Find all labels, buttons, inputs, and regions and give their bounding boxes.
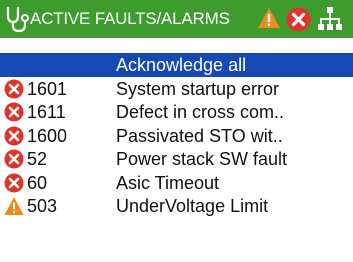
stethoscope-icon [6,6,29,33]
error-icon [4,173,24,192]
error-icon [4,79,24,98]
fault-code: 1611 [27,102,66,122]
list-item[interactable]: 52 Power stack SW fault [0,147,353,171]
header-separator [0,38,353,53]
acknowledge-all-item[interactable]: Acknowledge all [0,53,353,77]
fault-code: 1600 [27,125,68,146]
fault-code: 1601 [27,78,68,99]
network-icon [318,7,342,30]
list-item[interactable]: 60 Asic Timeout [0,171,353,195]
header-bar: ACTIVE FAULTS/ALARMS [0,0,353,38]
fault-code: 60 [27,172,48,193]
faults-list: Acknowledge all 1601 System startup erro… [0,53,353,218]
fault-description: Asic Timeout [116,172,220,193]
list-item[interactable]: 1611 Defect in cross com.. [0,100,353,124]
fault-description: Defect in cross com.. [116,102,285,122]
page-title: ACTIVE FAULTS/ALARMS [30,9,230,28]
error-icon [4,102,24,122]
faults-screen: ACTIVE FAULTS/ALARMS Acknowledge all 160… [0,0,353,262]
fault-description: UnderVoltage Limit [116,196,269,216]
list-item[interactable]: 1601 System startup error [0,77,353,101]
fault-code: 52 [27,149,48,169]
list-item-text: Acknowledge all [116,55,247,75]
error-icon [4,149,24,169]
list-item[interactable]: 503 UnderVoltage Limit [0,194,353,218]
fault-description: Passivated STO wit.. [116,125,283,146]
fault-code: 503 [27,196,58,216]
fault-description: Power stack SW fault [116,149,288,169]
fault-description: System startup error [116,78,280,99]
error-icon [4,126,24,145]
warning-icon [258,8,280,28]
list-item[interactable]: 1600 Passivated STO wit.. [0,124,353,148]
warning-icon [4,197,24,215]
error-icon [286,7,311,32]
